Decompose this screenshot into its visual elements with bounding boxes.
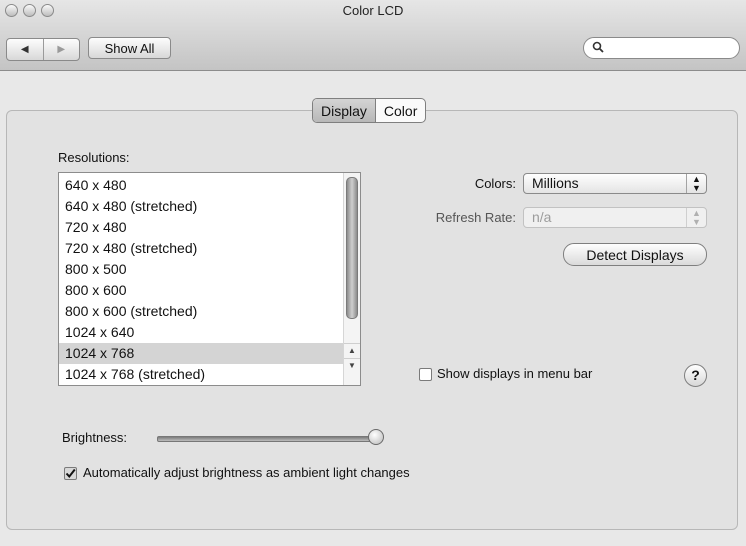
help-button[interactable]: ? xyxy=(684,364,707,387)
popup-arrows-icon: ▲ ▼ xyxy=(686,208,706,227)
colors-label: Colors: xyxy=(474,176,516,191)
brightness-label: Brightness: xyxy=(62,430,128,445)
popup-arrows-icon: ▲ ▼ xyxy=(686,174,706,193)
forward-arrow-icon: ▶ xyxy=(57,44,66,55)
detect-displays-button[interactable]: Detect Displays xyxy=(563,243,707,266)
list-item[interactable]: 1024 x 768 (stretched) xyxy=(59,364,344,385)
back-button[interactable]: ◀ xyxy=(7,39,43,60)
tab-bar: Display Color xyxy=(312,98,427,123)
refresh-rate-popup[interactable]: n/a ▲ ▼ xyxy=(523,207,707,228)
list-item[interactable]: 800 x 600 (stretched) xyxy=(59,301,344,322)
forward-button[interactable]: ▶ xyxy=(42,39,80,60)
checkmark-icon xyxy=(65,468,76,479)
colors-value: Millions xyxy=(532,175,579,191)
resolutions-list[interactable]: 640 x 480 640 x 480 (stretched) 720 x 48… xyxy=(58,172,361,386)
tab-color[interactable]: Color xyxy=(376,99,425,122)
show-all-button[interactable]: Show All xyxy=(88,37,171,59)
tab-display[interactable]: Display xyxy=(313,99,376,122)
show-displays-label: Show displays in menu bar xyxy=(437,366,593,381)
refresh-rate-value: n/a xyxy=(532,209,552,225)
list-item[interactable]: 800 x 600 xyxy=(59,280,344,301)
brightness-slider-track[interactable] xyxy=(157,436,381,442)
list-item[interactable]: 800 x 500 xyxy=(59,259,344,280)
search-input[interactable] xyxy=(608,40,728,56)
vertical-scrollbar[interactable]: ▲ ▼ xyxy=(343,173,360,385)
colors-popup[interactable]: Millions ▲ ▼ xyxy=(523,173,707,194)
search-icon xyxy=(592,41,604,56)
brightness-slider-knob[interactable] xyxy=(368,429,384,445)
window-title: Color LCD xyxy=(342,3,404,18)
auto-brightness-checkbox[interactable] xyxy=(64,467,77,480)
back-forward-control: ◀ ▶ xyxy=(6,38,80,61)
refresh-rate-label: Refresh Rate: xyxy=(435,210,516,225)
list-item[interactable]: 720 x 480 (stretched) xyxy=(59,238,344,259)
list-item[interactable]: 1024 x 640 xyxy=(59,322,344,343)
list-item[interactable]: 720 x 480 xyxy=(59,217,344,238)
list-item[interactable]: 640 x 480 (stretched) xyxy=(59,196,344,217)
preferences-window: Color LCD ◀ ▶ Show All Display Color Res… xyxy=(0,0,746,546)
resolutions-label: Resolutions: xyxy=(58,150,130,165)
toolbar: Color LCD ◀ ▶ Show All xyxy=(0,0,746,71)
list-item[interactable]: 640 x 480 xyxy=(59,175,344,196)
scrollbar-thumb[interactable] xyxy=(346,177,358,319)
show-displays-checkbox[interactable] xyxy=(419,368,432,381)
back-arrow-icon: ◀ xyxy=(20,44,29,55)
search-field[interactable] xyxy=(583,37,740,59)
list-item-selected[interactable]: 1024 x 768 xyxy=(59,343,344,364)
scroll-down-arrow-icon[interactable]: ▼ xyxy=(344,358,360,373)
scroll-up-arrow-icon[interactable]: ▲ xyxy=(344,343,360,358)
auto-brightness-label: Automatically adjust brightness as ambie… xyxy=(83,465,410,480)
